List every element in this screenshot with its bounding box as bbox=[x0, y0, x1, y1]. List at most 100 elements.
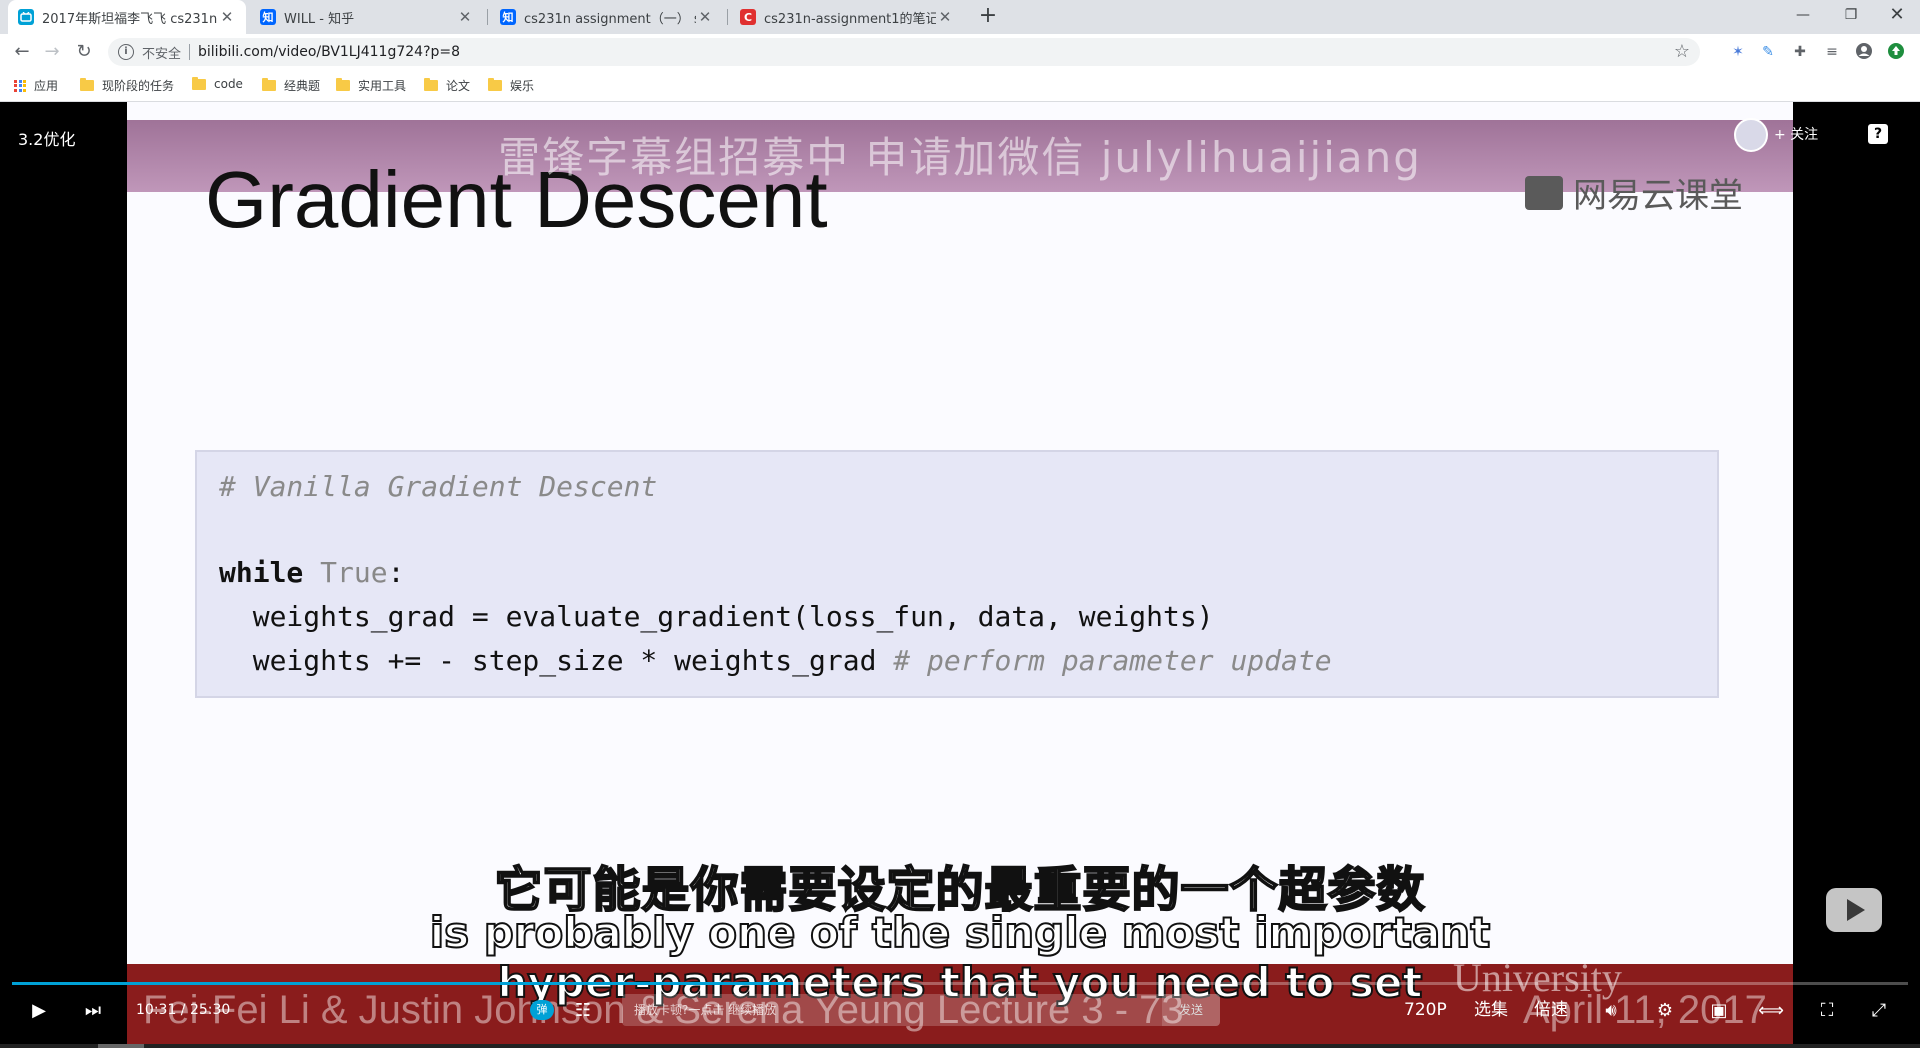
bookmark-label: 经典题 bbox=[284, 79, 321, 93]
browser-toolbar: ← → ↻ i 不安全 bilibili.com/video/BV1LJ411g… bbox=[0, 34, 1920, 70]
folder-icon bbox=[424, 78, 438, 91]
close-tab-icon[interactable]: ✕ bbox=[456, 8, 474, 26]
csdn-icon: C bbox=[740, 9, 756, 25]
reading-list-icon[interactable]: ≡ bbox=[1822, 42, 1842, 62]
bilibili-icon bbox=[18, 9, 34, 25]
bookmark-folder[interactable]: 论文 bbox=[424, 77, 470, 94]
bookmark-folder[interactable]: 经典题 bbox=[262, 77, 320, 94]
bookmark-label: 应用 bbox=[34, 79, 59, 93]
webfullscreen-icon[interactable]: ⛶ bbox=[1814, 998, 1840, 1024]
folder-icon bbox=[336, 78, 350, 91]
code-line-grad: weights_grad = evaluate_gradient(loss_fu… bbox=[219, 600, 1214, 633]
tab-bar: 2017年斯坦福李飞飞 cs231n 计 ✕ 知 WILL - 知乎 ✕ 知 c… bbox=[0, 0, 1920, 34]
minimize-button[interactable]: — bbox=[1780, 0, 1826, 30]
progress-fill bbox=[12, 982, 794, 985]
follow-button[interactable]: + 关注 bbox=[1774, 124, 1818, 144]
bookmark-label: 实用工具 bbox=[358, 79, 407, 93]
settings-icon[interactable]: ⚙ bbox=[1652, 998, 1678, 1024]
tab-title: 2017年斯坦福李飞飞 cs231n 计 bbox=[42, 11, 218, 27]
tab-title: cs231n assignment（一） svm bbox=[524, 11, 696, 27]
pip-icon[interactable]: ▣ bbox=[1706, 998, 1732, 1024]
quality-button[interactable]: 720P bbox=[1404, 998, 1447, 1022]
extension-icon[interactable]: ✶ bbox=[1728, 42, 1748, 62]
fullscreen-icon[interactable]: ⤢ bbox=[1866, 998, 1892, 1024]
divider bbox=[189, 44, 191, 60]
profile-icon[interactable] bbox=[1854, 42, 1874, 62]
close-tab-icon[interactable]: ✕ bbox=[696, 8, 714, 26]
bookmark-label: 论文 bbox=[446, 79, 471, 93]
danmaku-toggle[interactable]: 弹 bbox=[530, 1000, 554, 1020]
apps-icon bbox=[14, 79, 26, 92]
tab-csdn[interactable]: C cs231n-assignment1的笔记_Za ✕ bbox=[730, 0, 964, 34]
address-bar[interactable]: i 不安全 bilibili.com/video/BV1LJ411g724?p=… bbox=[108, 38, 1700, 66]
tab-title: WILL - 知乎 bbox=[284, 11, 355, 27]
video-player[interactable]: Gradient Descent 雷锋字幕组招募中 申请加微信 julylihu… bbox=[0, 102, 1920, 1048]
url-text[interactable]: bilibili.com/video/BV1LJ411g724?p=8 bbox=[198, 44, 460, 60]
forward-button[interactable]: → bbox=[40, 40, 64, 64]
bottom-strip bbox=[0, 1044, 1920, 1048]
danmaku-input[interactable]: 播放卡顿?一点击 继续播放 发送 bbox=[622, 994, 1220, 1026]
video-title: 3.2优化 bbox=[18, 130, 76, 149]
close-tab-icon[interactable]: ✕ bbox=[936, 8, 954, 26]
tab-bilibili[interactable]: 2017年斯坦福李飞飞 cs231n 计 ✕ bbox=[8, 0, 246, 34]
restore-button[interactable]: ❐ bbox=[1828, 0, 1874, 30]
time-display: 10:31 / 25:30 bbox=[136, 1002, 231, 1018]
tab-zhihu-svm[interactable]: 知 cs231n assignment（一） svm ✕ bbox=[490, 0, 724, 34]
update-icon[interactable] bbox=[1886, 42, 1906, 62]
netease-logo-icon bbox=[1525, 175, 1563, 210]
bookmark-folder[interactable]: code bbox=[192, 76, 243, 91]
folder-icon bbox=[192, 76, 206, 90]
help-icon[interactable]: ? bbox=[1868, 124, 1888, 144]
puzzle-icon[interactable]: ✚ bbox=[1790, 42, 1810, 62]
code-line-while: while True: bbox=[219, 556, 404, 589]
close-window-button[interactable]: ✕ bbox=[1874, 0, 1920, 30]
folder-icon bbox=[262, 78, 276, 91]
bookmark-label: 娱乐 bbox=[510, 79, 535, 93]
netease-watermark: 网易云课堂 bbox=[1525, 168, 1743, 217]
code-true: True bbox=[320, 556, 388, 589]
bookmark-folder[interactable]: 现阶段的任务 bbox=[80, 77, 174, 94]
bookmark-folder[interactable]: 娱乐 bbox=[488, 77, 534, 94]
reload-button[interactable]: ↻ bbox=[72, 40, 96, 64]
tab-title: cs231n-assignment1的笔记_Za bbox=[764, 11, 936, 27]
zhihu-icon: 知 bbox=[500, 9, 516, 25]
next-icon[interactable]: ⏭ bbox=[80, 998, 106, 1024]
new-tab-button[interactable]: + bbox=[976, 5, 1000, 29]
info-icon[interactable]: i bbox=[118, 44, 134, 60]
tv-play-icon[interactable] bbox=[1826, 888, 1882, 932]
subtitle-en-line1: is probably one of the single most impor… bbox=[429, 907, 1492, 958]
code-colon: : bbox=[387, 556, 405, 589]
strip-segment bbox=[98, 1044, 144, 1048]
close-tab-icon[interactable]: ✕ bbox=[218, 8, 236, 26]
zhihu-icon: 知 bbox=[260, 9, 276, 25]
danmaku-placeholder: 播放卡顿?一点击 继续播放 bbox=[634, 1003, 777, 1017]
bookmark-star-icon[interactable]: ☆ bbox=[1674, 41, 1690, 62]
extension-icon[interactable]: ✎ bbox=[1758, 42, 1778, 62]
avatar[interactable] bbox=[1734, 118, 1768, 152]
speed-button[interactable]: 倍速 bbox=[1534, 998, 1568, 1022]
tab-zhihu-will[interactable]: 知 WILL - 知乎 ✕ bbox=[250, 0, 484, 34]
code-update: weights += - step_size * weights_grad bbox=[219, 644, 894, 677]
folder-icon bbox=[80, 78, 94, 91]
tab-separator bbox=[487, 9, 488, 25]
insecure-label: 不安全 bbox=[142, 46, 182, 62]
progress-bar[interactable] bbox=[12, 982, 1908, 985]
folder-icon bbox=[488, 78, 502, 91]
bookmarks-bar: 应用 现阶段的任务 code 经典题 实用工具 论文 娱乐 bbox=[0, 70, 1920, 102]
code-comment: # Vanilla Gradient Descent bbox=[219, 470, 658, 503]
bookmark-apps[interactable]: 应用 bbox=[14, 77, 58, 94]
play-icon[interactable]: ▶ bbox=[26, 998, 52, 1024]
code-block: # Vanilla Gradient Descent while True: w… bbox=[195, 450, 1719, 698]
send-danmaku-button[interactable]: 发送 bbox=[1162, 994, 1220, 1026]
code-comment: # perform parameter update bbox=[893, 644, 1332, 677]
code-line-update: weights += - step_size * weights_grad # … bbox=[219, 644, 1332, 677]
back-button[interactable]: ← bbox=[10, 40, 34, 64]
volume-icon[interactable]: 🔊︎ bbox=[1598, 998, 1624, 1024]
tab-separator bbox=[727, 9, 728, 25]
episodes-button[interactable]: 选集 bbox=[1474, 998, 1508, 1022]
widescreen-icon[interactable]: ⟺ bbox=[1758, 998, 1784, 1024]
danmaku-settings-icon[interactable]: ☷ bbox=[570, 998, 596, 1024]
code-keyword: while bbox=[219, 556, 304, 589]
bookmark-folder[interactable]: 实用工具 bbox=[336, 77, 406, 94]
bookmark-label: 现阶段的任务 bbox=[102, 79, 175, 93]
